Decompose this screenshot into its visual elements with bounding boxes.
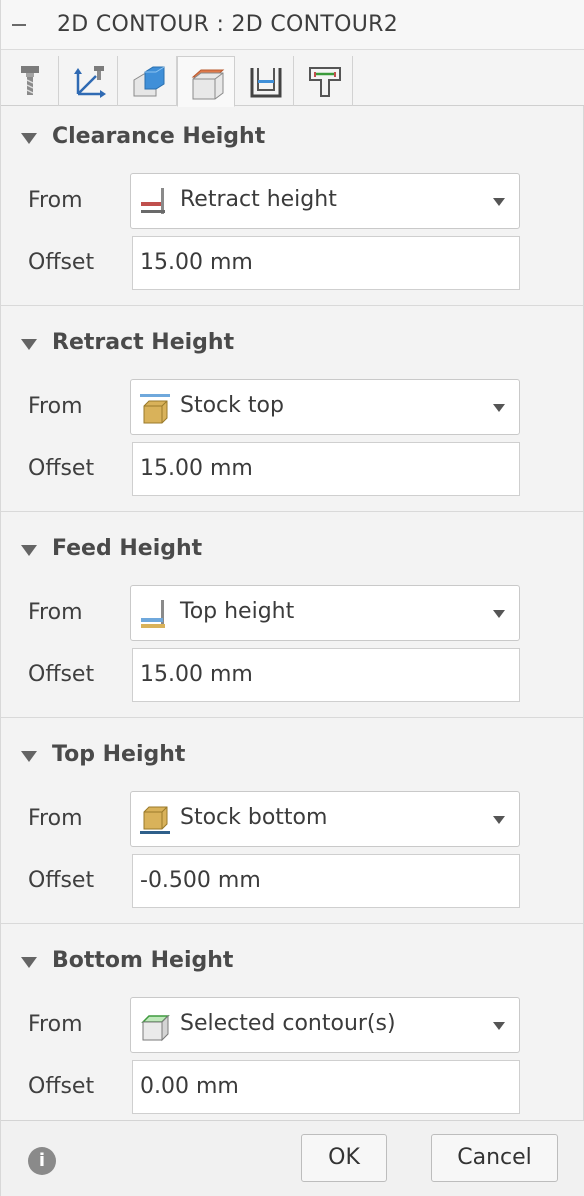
selected-contour-icon <box>141 1014 170 1042</box>
input-value: 0.00 mm <box>140 1074 239 1099</box>
top-height-icon <box>141 600 165 628</box>
from-label: From <box>28 600 83 625</box>
chevron-down-icon <box>493 198 505 206</box>
chevron-down-icon <box>493 610 505 618</box>
feed-from-select[interactable]: Top height <box>130 585 520 641</box>
section-title: Retract Height <box>52 330 235 355</box>
select-value: Retract height <box>180 187 337 212</box>
geometry-icon <box>133 66 165 97</box>
offset-label: Offset <box>28 662 95 687</box>
top-height-section: Top Height From Stock bottom Offset -0.5… <box>1 718 584 924</box>
from-label: From <box>28 394 83 419</box>
input-value: 15.00 mm <box>140 456 253 481</box>
tab-setup[interactable] <box>60 56 118 106</box>
offset-label: Offset <box>28 250 95 275</box>
expand-caret-icon <box>21 751 37 762</box>
info-icon[interactable]: i <box>28 1147 56 1175</box>
from-label: From <box>28 188 83 213</box>
section-title: Clearance Height <box>52 124 266 149</box>
from-label: From <box>28 806 83 831</box>
dialog-title: 2D CONTOUR : 2D CONTOUR2 <box>57 12 399 37</box>
expand-caret-icon <box>21 339 37 350</box>
clearance-height-section: Clearance Height From Retract height Off… <box>1 106 584 306</box>
offset-label: Offset <box>28 1074 95 1099</box>
retract-offset-input[interactable]: 15.00 mm <box>132 442 520 496</box>
passes-icon <box>250 68 282 98</box>
top-from-select[interactable]: Stock bottom <box>130 791 520 847</box>
chevron-down-icon <box>493 1022 505 1030</box>
dialog-title-bar: 2D CONTOUR : 2D CONTOUR2 <box>1 0 584 50</box>
chevron-down-icon <box>493 404 505 412</box>
retract-height-icon <box>141 188 165 214</box>
feed-height-section: Feed Height From Top height Offset 15.00… <box>1 512 584 718</box>
expand-caret-icon <box>21 133 37 144</box>
expand-caret-icon <box>21 545 37 556</box>
section-title: Top Height <box>52 742 186 767</box>
tab-tool[interactable] <box>1 56 59 106</box>
clearance-from-select[interactable]: Retract height <box>130 173 520 229</box>
bottom-from-select[interactable]: Selected contour(s) <box>130 997 520 1053</box>
tool-icon <box>21 66 39 95</box>
select-value: Stock top <box>180 393 284 418</box>
offset-label: Offset <box>28 868 95 893</box>
collapse-dialog-button[interactable] <box>11 15 31 35</box>
linking-icon <box>309 67 341 97</box>
expand-caret-icon <box>21 957 37 968</box>
select-value: Stock bottom <box>180 805 328 830</box>
retract-height-section: Retract Height From Stock top Offset 15.… <box>1 306 584 512</box>
axes-icon <box>74 66 106 98</box>
tab-linking[interactable] <box>295 56 353 106</box>
ok-button[interactable]: OK <box>301 1134 387 1182</box>
top-offset-input[interactable]: -0.500 mm <box>132 854 520 908</box>
heights-icon <box>191 69 225 100</box>
input-value: -0.500 mm <box>140 868 261 893</box>
stock-top-icon <box>140 394 170 424</box>
tab-geometry[interactable] <box>119 56 177 106</box>
bottom-offset-input[interactable]: 0.00 mm <box>132 1060 520 1114</box>
chevron-down-icon <box>493 816 505 824</box>
operation-tabs <box>1 50 584 107</box>
dialog-footer: i OK Cancel <box>1 1120 584 1196</box>
bottom-height-section: Bottom Height From Selected contour(s) O… <box>1 924 584 1120</box>
retract-from-select[interactable]: Stock top <box>130 379 520 435</box>
from-label: From <box>28 1012 83 1037</box>
tab-heights[interactable] <box>177 56 235 107</box>
section-title: Feed Height <box>52 536 203 561</box>
stock-bottom-icon <box>140 806 170 834</box>
select-value: Selected contour(s) <box>180 1011 396 1036</box>
select-value: Top height <box>180 599 295 624</box>
section-title: Bottom Height <box>52 948 234 973</box>
input-value: 15.00 mm <box>140 662 253 687</box>
input-value: 15.00 mm <box>140 250 253 275</box>
feed-offset-input[interactable]: 15.00 mm <box>132 648 520 702</box>
clearance-offset-input[interactable]: 15.00 mm <box>132 236 520 290</box>
offset-label: Offset <box>28 456 95 481</box>
cancel-button[interactable]: Cancel <box>431 1134 558 1182</box>
tab-passes[interactable] <box>236 56 294 106</box>
operation-dialog: 2D CONTOUR : 2D CONTOUR2 Clearance Heigh… <box>0 0 584 1196</box>
